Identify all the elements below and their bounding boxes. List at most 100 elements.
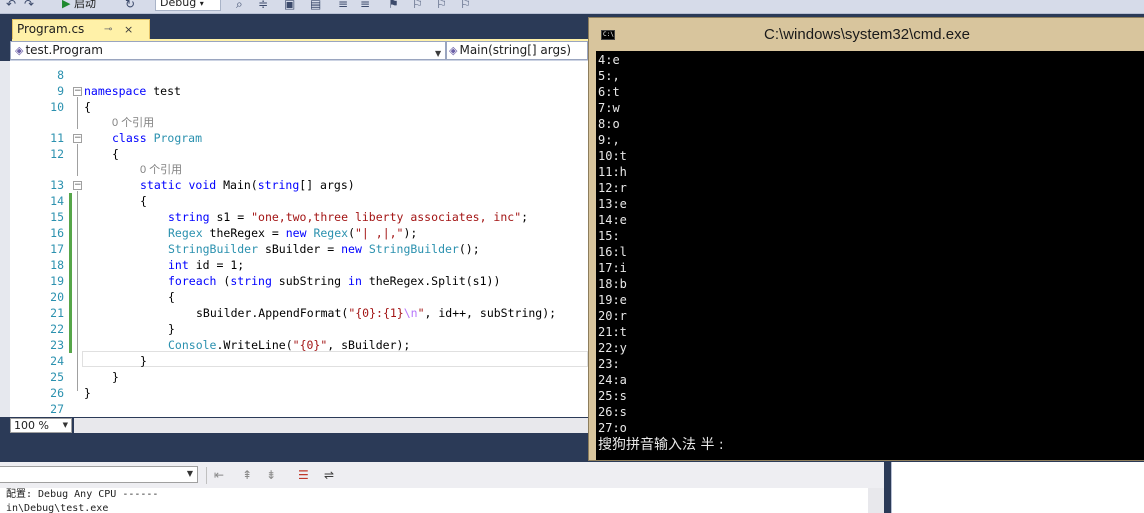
tab-program-cs[interactable]: Program.cs ⊸ × <box>12 19 150 40</box>
code-line-17: StringBuilder sBuilder = new StringBuild… <box>168 242 480 256</box>
chevron-down-icon: ▼ <box>62 421 68 429</box>
tab-title: Program.cs <box>17 22 85 36</box>
console-line: 14:e <box>598 213 627 227</box>
output-panel: ▼ ⇤ ⇞ ⇟ ☰ ⇌ 配置: Debug Any CPU ------ in\… <box>0 462 884 513</box>
console-line: 4:e <box>598 53 620 67</box>
line-number: 26 <box>50 386 64 400</box>
refresh-icon[interactable]: ↻ <box>125 0 135 12</box>
solution-config-select[interactable]: Debug ▾ <box>155 0 221 11</box>
code-line-14: { <box>140 194 147 208</box>
line-number: 12 <box>50 147 64 161</box>
bookmark-clear-icon[interactable]: ⚐ <box>460 0 471 12</box>
code-line-26: } <box>84 386 91 400</box>
bookmark-next-icon[interactable]: ⚐ <box>436 0 447 12</box>
code-line-9: namespace test <box>84 84 181 98</box>
code-line-15: string s1 = "one,two,three liberty assoc… <box>168 210 529 224</box>
console-line: 15: <box>598 229 620 243</box>
collapse-method-icon[interactable]: − <box>73 181 82 190</box>
pin-icon[interactable]: ⊸ <box>104 20 112 39</box>
clear-all-icon[interactable]: ☰ <box>298 468 309 482</box>
code-line-10: { <box>84 100 91 114</box>
layout-icon[interactable]: ▤ <box>310 0 321 12</box>
console-line: 12:r <box>598 181 627 195</box>
outline-guide <box>77 144 78 176</box>
chevron-down-icon: ▼ <box>435 49 442 58</box>
uncomment-icon[interactable]: ≡ <box>360 0 370 12</box>
codelens-references[interactable]: 0 个引用 <box>112 116 154 130</box>
console-line: 13:e <box>598 197 627 211</box>
close-icon[interactable]: × <box>124 20 133 39</box>
cmd-titlebar[interactable]: C:\ C:\windows\system32\cmd.exe <box>589 18 1144 51</box>
console-line: 16:l <box>598 245 627 259</box>
code-line-21: sBuilder.AppendFormat("{0}:{1}\n", id++,… <box>196 306 557 320</box>
line-number: 24 <box>50 354 64 368</box>
line-number: 17 <box>50 242 64 256</box>
horizontal-scrollbar[interactable] <box>74 418 588 433</box>
editor-left-margin <box>0 61 10 417</box>
prev-message-icon[interactable]: ⇞ <box>242 468 252 482</box>
line-number: 13 <box>50 178 64 192</box>
console-line: 9:, <box>598 133 620 147</box>
console-line: 5:, <box>598 69 620 83</box>
code-line-20: { <box>168 290 175 304</box>
member-value: Main(string[] args) <box>459 43 572 57</box>
outline-guide <box>77 97 78 129</box>
code-line-16: Regex theRegex = new Regex("| ,|,"); <box>168 226 418 240</box>
bookmark-icon[interactable]: ⚑ <box>388 0 399 12</box>
toolbar-separator <box>206 467 207 484</box>
bookmark-prev-icon[interactable]: ⚐ <box>412 0 423 12</box>
back-arrow-icon[interactable]: ↶ <box>6 0 16 12</box>
zoom-level-select[interactable]: 100 % ▼ <box>10 418 72 433</box>
cmd-window[interactable]: C:\ C:\windows\system32\cmd.exe 4:e 5:, 6:… <box>588 17 1144 461</box>
line-number: 21 <box>50 306 64 320</box>
codelens-references[interactable]: 0 个引用 <box>140 163 182 177</box>
play-icon: ▶ <box>62 0 71 10</box>
code-editor[interactable]: 8 9 10 11 12 13 14 15 16 17 18 19 20 21 … <box>10 61 588 417</box>
console-line: 21:t <box>598 325 627 339</box>
save-icon[interactable]: ▣ <box>284 0 295 12</box>
find-message-icon[interactable]: ⇤ <box>214 468 224 482</box>
console-line: 26:s <box>598 405 627 419</box>
type-value: test.Program <box>25 43 103 57</box>
word-wrap-icon[interactable]: ⇌ <box>324 468 334 482</box>
line-number: 19 <box>50 274 64 288</box>
type-dropdown[interactable]: ◈ test.Program ▼ <box>10 41 446 60</box>
chevron-down-icon: ▾ <box>199 0 204 8</box>
comment-icon[interactable]: ≡ <box>338 0 348 12</box>
line-number: 27 <box>50 402 64 416</box>
collapse-class-icon[interactable]: − <box>73 134 82 143</box>
config-value: Debug <box>160 0 197 9</box>
current-line-highlight <box>82 351 588 367</box>
console-output[interactable]: 4:e 5:, 6:t 7:w 8:o 9:, 10:t 11:h 12:r 13:e 14:e 15… <box>596 51 1144 460</box>
collapse-namespace-icon[interactable]: − <box>73 87 82 96</box>
console-line: 27:o <box>598 421 627 435</box>
forward-arrow-icon[interactable]: ↷ <box>24 0 34 12</box>
line-number: 11 <box>50 131 64 145</box>
find-icon[interactable]: ⌕ <box>236 0 243 12</box>
line-number: 18 <box>50 258 64 272</box>
code-line-11: class Program <box>112 131 203 145</box>
console-line: 11:h <box>598 165 627 179</box>
output-line: 配置: Debug Any CPU ------ <box>6 489 159 500</box>
start-debug-button[interactable]: ▶ 启动 <box>62 0 96 12</box>
line-number: 22 <box>50 322 64 336</box>
window-title: C:\windows\system32\cmd.exe <box>764 26 970 43</box>
console-line: 19:e <box>598 293 627 307</box>
line-number: 9 <box>57 84 64 98</box>
next-message-icon[interactable]: ⇟ <box>266 468 276 482</box>
zoom-value: 100 % <box>14 419 49 432</box>
class-icon: ◈ <box>15 44 24 57</box>
code-line-12: { <box>112 147 119 161</box>
member-dropdown[interactable]: ◈ Main(string[] args) <box>446 41 588 60</box>
code-line-18: int id = 1; <box>168 258 245 272</box>
console-line: 23: <box>598 357 620 371</box>
vertical-scrollbar[interactable] <box>868 488 884 513</box>
output-source-select[interactable]: ▼ <box>0 466 198 483</box>
indent-icon[interactable]: ≑ <box>258 0 268 12</box>
line-number: 10 <box>50 100 64 114</box>
console-line: 10:t <box>598 149 627 163</box>
console-line: 8:o <box>598 117 620 131</box>
console-line: 22:y <box>598 341 627 355</box>
side-panel <box>891 462 1144 513</box>
navigation-bar: ◈ test.Program ▼ ◈ Main(string[] args) <box>10 41 588 61</box>
